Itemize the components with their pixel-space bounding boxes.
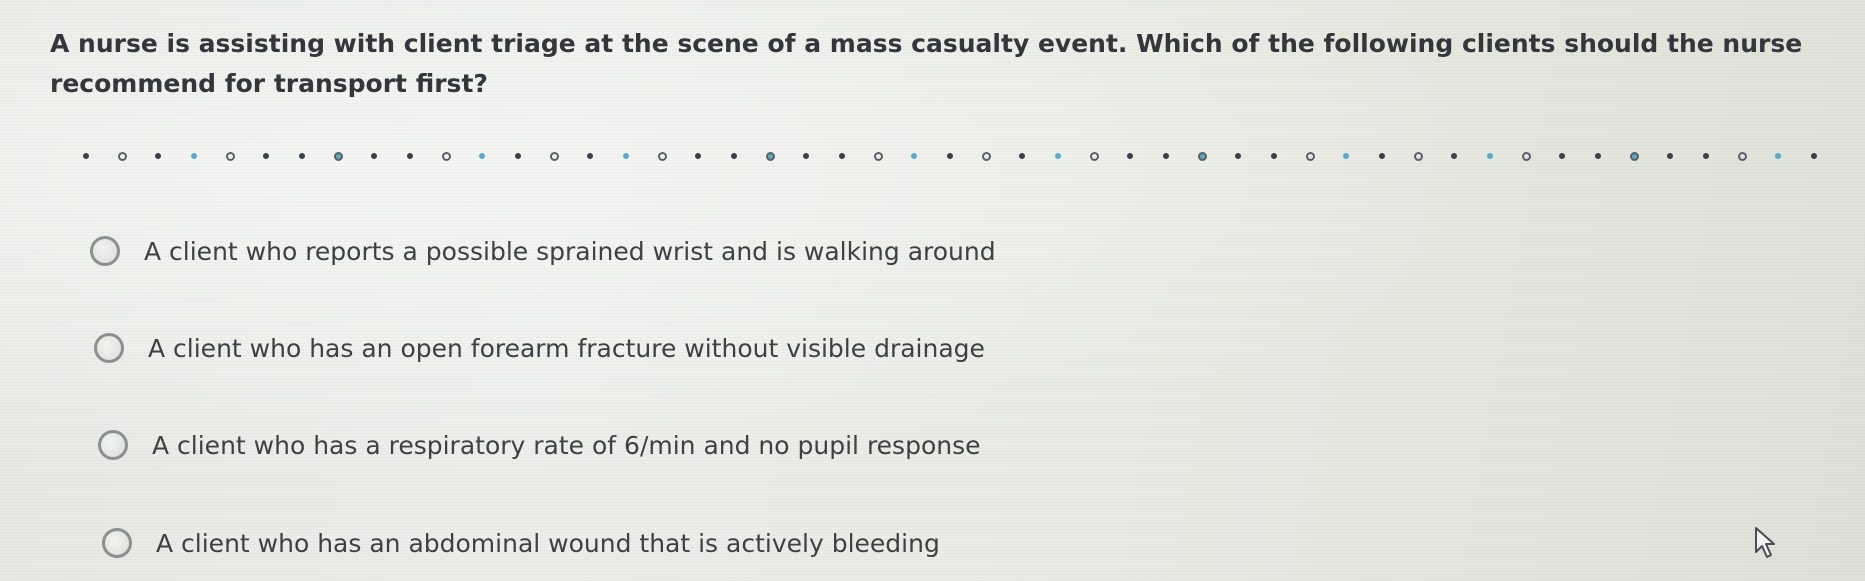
radio-button-icon[interactable] <box>98 430 128 460</box>
dotted-divider <box>68 150 1865 162</box>
answer-option-label[interactable]: A client who has an abdominal wound that… <box>156 529 940 558</box>
answer-option-label[interactable]: A client who has an open forearm fractur… <box>148 334 985 363</box>
answer-option-2[interactable]: A client who has an open forearm fractur… <box>94 333 985 363</box>
radio-button-icon[interactable] <box>90 236 120 266</box>
mouse-pointer-icon <box>1755 527 1775 558</box>
question-text: A nurse is assisting with client triage … <box>50 29 1803 98</box>
answer-option-label[interactable]: A client who reports a possible sprained… <box>144 237 996 266</box>
answer-option-3[interactable]: A client who has a respiratory rate of 6… <box>98 430 981 460</box>
answer-option-label[interactable]: A client who has a respiratory rate of 6… <box>152 431 981 460</box>
answer-option-4[interactable]: A client who has an abdominal wound that… <box>102 528 940 558</box>
answer-option-1[interactable]: A client who reports a possible sprained… <box>90 236 996 266</box>
radio-button-icon[interactable] <box>94 333 124 363</box>
radio-button-icon[interactable] <box>102 528 132 558</box>
